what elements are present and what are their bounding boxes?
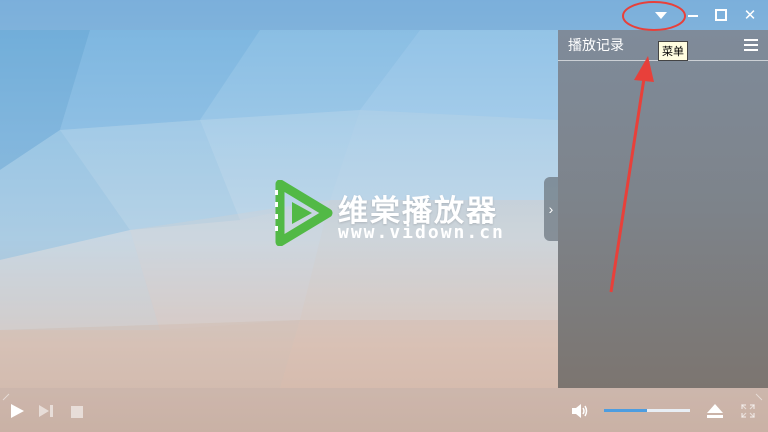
open-file-button[interactable] xyxy=(707,404,723,418)
maximize-icon xyxy=(715,9,727,21)
close-icon: ✕ xyxy=(743,6,757,24)
volume-button[interactable] xyxy=(571,404,589,418)
stop-button[interactable] xyxy=(70,405,84,419)
volume-slider[interactable] xyxy=(604,409,690,412)
speaker-icon xyxy=(572,404,588,418)
play-icon xyxy=(11,404,24,418)
chevron-right-icon: › xyxy=(548,201,554,217)
eject-icon xyxy=(707,404,723,418)
panel-title: 播放记录 xyxy=(568,38,624,54)
menu-tooltip: 菜单 xyxy=(658,41,688,61)
player-window: ✕ 维棠播放器 www.vidown.cn › 播放记录 菜单 xyxy=(0,0,768,432)
app-logo: 维棠播放器 www.vidown.cn xyxy=(272,180,532,250)
title-bar[interactable]: ✕ xyxy=(0,0,768,30)
next-icon xyxy=(39,405,53,417)
minimize-icon xyxy=(688,15,698,17)
menu-dropdown-button[interactable] xyxy=(651,5,671,25)
play-logo-icon xyxy=(275,180,333,246)
fullscreen-button[interactable] xyxy=(741,404,755,418)
next-button[interactable] xyxy=(38,404,54,418)
control-bar xyxy=(0,388,768,432)
list-menu-icon[interactable] xyxy=(744,39,758,51)
close-button[interactable]: ✕ xyxy=(740,5,760,25)
play-button[interactable] xyxy=(9,403,25,419)
logo-url: www.vidown.cn xyxy=(338,222,505,243)
resize-grip-right[interactable] xyxy=(755,388,763,401)
fullscreen-icon xyxy=(741,404,755,418)
volume-fill xyxy=(604,409,647,412)
minimize-button[interactable] xyxy=(683,5,703,25)
maximize-button[interactable] xyxy=(711,5,731,25)
stop-icon xyxy=(71,406,83,418)
resize-grip-left[interactable] xyxy=(2,388,10,401)
playlist-panel: 播放记录 xyxy=(558,30,768,388)
panel-collapse-toggle[interactable]: › xyxy=(544,177,558,241)
chevron-down-icon xyxy=(655,11,667,19)
